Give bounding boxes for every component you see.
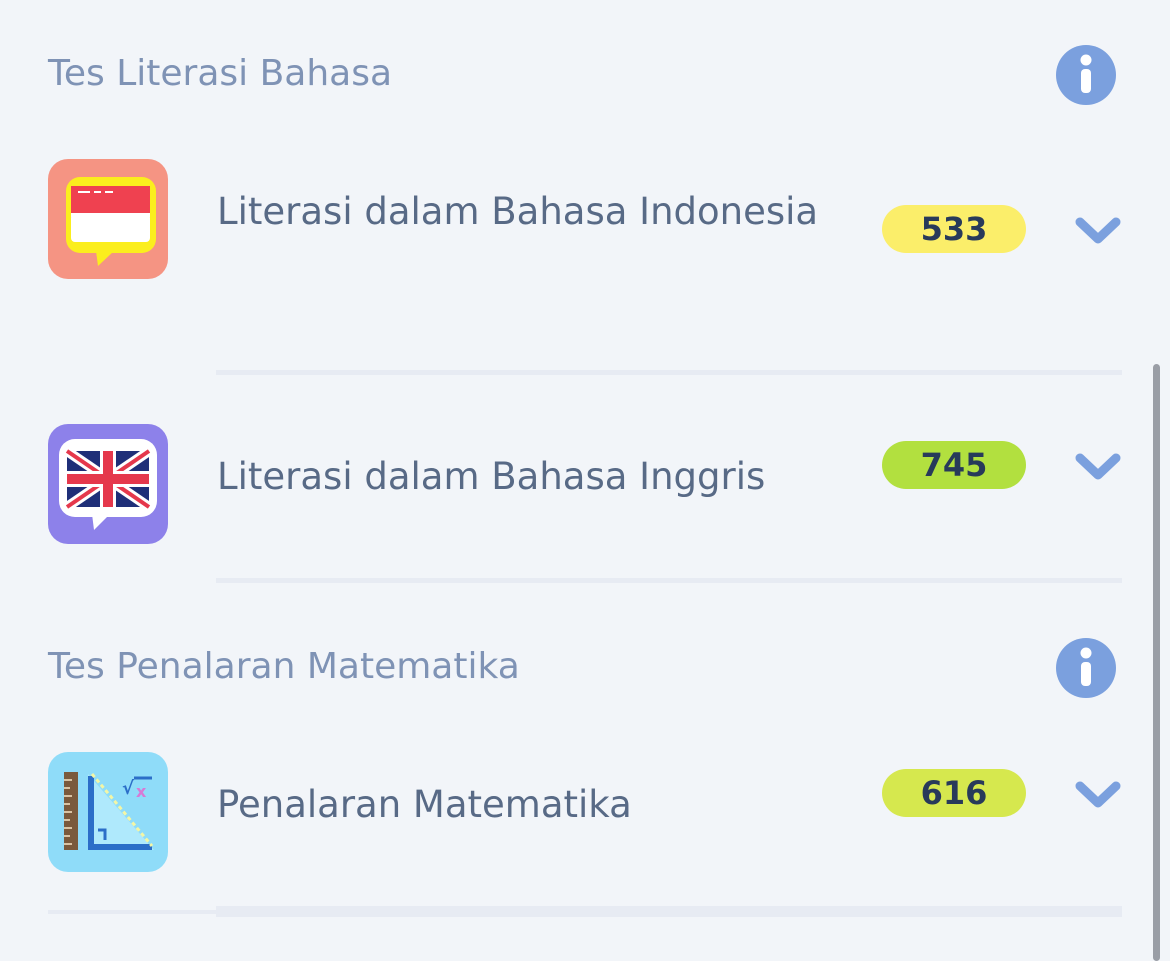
info-icon[interactable] [1056, 45, 1116, 105]
divider [216, 370, 1122, 375]
indonesia-flag-icon [48, 159, 168, 279]
score-badge: 533 [882, 205, 1026, 253]
chevron-down-icon[interactable] [1074, 778, 1122, 812]
math-ruler-icon: √ x [48, 752, 168, 872]
divider [48, 910, 216, 914]
info-icon[interactable] [1056, 638, 1116, 698]
chevron-down-icon[interactable] [1074, 214, 1122, 248]
uk-flag-icon [48, 424, 168, 544]
scrollbar[interactable] [1153, 364, 1160, 961]
chevron-down-icon[interactable] [1074, 450, 1122, 484]
item-label: Penalaran Matematika [217, 783, 632, 826]
svg-text:x: x [136, 782, 147, 801]
divider [216, 906, 1122, 917]
section-title: Tes Penalaran Matematika [48, 646, 520, 687]
svg-text:√: √ [122, 778, 135, 799]
score-badge: 745 [882, 441, 1026, 489]
score-badge: 616 [882, 769, 1026, 817]
item-label: Literasi dalam Bahasa Indonesia [217, 190, 819, 233]
divider [216, 578, 1122, 583]
item-label: Literasi dalam Bahasa Inggris [217, 455, 766, 498]
section-title: Tes Literasi Bahasa [48, 53, 393, 94]
